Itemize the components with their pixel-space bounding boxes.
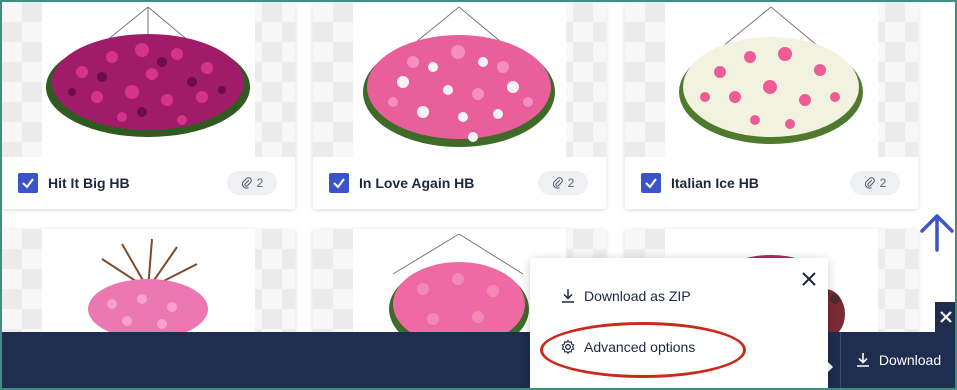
close-icon[interactable]	[802, 272, 816, 286]
attachment-count-badge[interactable]: 2	[227, 171, 277, 195]
check-icon	[22, 178, 34, 189]
product-card[interactable]: In Love Again HB 2	[313, 2, 606, 209]
hanging-basket-image	[363, 6, 555, 147]
select-checkbox[interactable]	[18, 173, 38, 193]
attachment-count-badge[interactable]: 2	[538, 171, 588, 195]
product-image[interactable]	[313, 2, 606, 157]
hanging-basket-image	[679, 6, 863, 144]
product-title: Hit It Big HB	[48, 175, 130, 191]
product-card[interactable]: Hit It Big HB 2	[2, 2, 295, 209]
product-image[interactable]	[625, 2, 918, 157]
product-card[interactable]: Italian Ice HB 2	[625, 2, 918, 209]
check-icon	[333, 178, 345, 189]
scroll-to-top-icon[interactable]	[918, 212, 956, 254]
paperclip-icon	[864, 177, 875, 189]
download-button[interactable]: Download	[840, 332, 955, 388]
download-zip-option[interactable]: Download as ZIP	[560, 288, 691, 304]
download-label: Download	[878, 352, 942, 368]
attachment-count-badge[interactable]: 2	[850, 171, 900, 195]
close-panel-button[interactable]	[935, 302, 957, 332]
highlight-annotation	[540, 322, 746, 378]
paperclip-icon	[552, 177, 563, 189]
close-icon	[940, 311, 952, 323]
product-title: Italian Ice HB	[671, 175, 759, 191]
product-image[interactable]	[2, 2, 295, 157]
product-title: In Love Again HB	[359, 175, 475, 191]
attachment-count: 2	[567, 176, 575, 190]
attachment-count: 2	[879, 176, 887, 190]
attachment-count: 2	[256, 176, 264, 190]
check-icon	[645, 178, 657, 189]
download-icon	[856, 353, 869, 367]
download-zip-label: Download as ZIP	[584, 288, 691, 304]
paperclip-icon	[241, 177, 252, 189]
download-icon	[562, 289, 574, 303]
hanging-basket-image	[46, 6, 250, 137]
select-checkbox[interactable]	[641, 173, 661, 193]
select-checkbox[interactable]	[329, 173, 349, 193]
